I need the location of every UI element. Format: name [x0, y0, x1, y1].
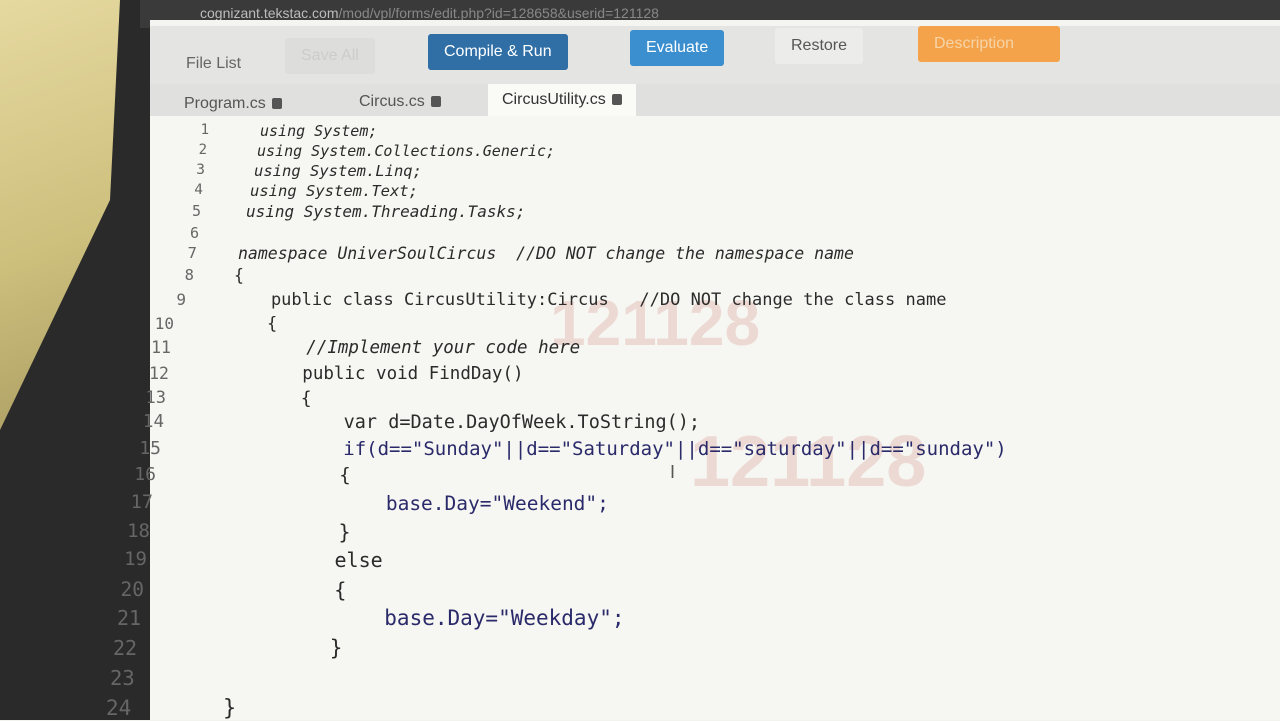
- code-line[interactable]: namespace UniverSoulCircus //DO NOT chan…: [238, 244, 854, 263]
- code-line[interactable]: using System.Collections.Generic;: [257, 142, 555, 160]
- code-line[interactable]: }: [194, 520, 350, 544]
- restore-button[interactable]: Restore: [775, 28, 864, 64]
- save-all-button[interactable]: Save All: [285, 38, 375, 74]
- text-cursor-icon: I: [670, 462, 676, 482]
- line-number: 16: [134, 464, 156, 485]
- file-tabs: Program.cs Circus.cs CircusUtility.cs: [150, 84, 1280, 116]
- code-line[interactable]: {: [234, 266, 244, 285]
- code-line[interactable]: base.Day="Weekend";: [198, 492, 609, 515]
- url-host: cognizant.tekstac.com: [200, 5, 339, 21]
- line-number: 7: [187, 244, 197, 262]
- lock-icon: [430, 96, 441, 107]
- line-number: 4: [194, 182, 203, 198]
- code-line[interactable]: }: [178, 636, 343, 660]
- line-number: 18: [127, 520, 150, 542]
- lock-icon: [611, 94, 622, 105]
- tab-label: Circus.cs: [359, 93, 425, 110]
- line-number: 19: [124, 548, 147, 570]
- code-line[interactable]: {: [214, 388, 312, 409]
- vpl-editor-screen: File List Save All Compile & Run Evaluat…: [106, 20, 1280, 721]
- url-path: /mod/vpl/forms/edit.php?id=128658&userid…: [338, 5, 659, 21]
- line-number: 1: [200, 122, 209, 138]
- line-number: 22: [113, 636, 138, 660]
- line-number: 11: [151, 338, 171, 357]
- line-number: 2: [198, 142, 207, 158]
- line-number: 20: [120, 578, 144, 601]
- tab-circus-cs[interactable]: Circus.cs: [345, 88, 455, 116]
- description-button[interactable]: Description: [918, 26, 1060, 62]
- line-number: 10: [154, 314, 174, 333]
- line-number: 23: [110, 666, 135, 690]
- file-list-button[interactable]: File List: [170, 46, 257, 82]
- url-text[interactable]: cognizant.tekstac.com/mod/vpl/forms/edit…: [200, 5, 659, 21]
- code-line[interactable]: {: [202, 464, 350, 486]
- line-number: 13: [145, 388, 166, 408]
- code-line[interactable]: base.Day="Weekday";: [182, 606, 624, 630]
- code-line[interactable]: public class CircusUtility:Circus //DO N…: [230, 290, 947, 310]
- tab-label: Program.cs: [184, 95, 266, 112]
- line-number: 21: [117, 606, 142, 630]
- code-line[interactable]: }: [170, 696, 236, 721]
- compile-run-button[interactable]: Compile & Run: [428, 34, 568, 70]
- code-line[interactable]: using System.Text;: [250, 182, 418, 200]
- code-line[interactable]: using System.Threading.Tasks;: [246, 202, 525, 221]
- line-number: 12: [149, 364, 169, 383]
- watermark: 121128: [690, 422, 927, 502]
- toolbar: File List Save All Compile & Run Evaluat…: [150, 26, 1280, 84]
- tab-circusutility-cs[interactable]: CircusUtility.cs: [488, 84, 636, 116]
- line-number: 17: [130, 492, 153, 513]
- line-number: 5: [191, 202, 201, 220]
- code-line[interactable]: using System.Linq;: [254, 162, 422, 180]
- code-line[interactable]: if(d=="Sunday"||d=="Saturday"||d=="satur…: [206, 438, 1006, 460]
- tab-program-cs[interactable]: Program.cs: [170, 90, 296, 118]
- code-line[interactable]: {: [226, 314, 277, 334]
- line-number: 3: [196, 162, 205, 178]
- lock-icon: [271, 98, 282, 109]
- code-line[interactable]: using System;: [260, 122, 377, 140]
- line-number: 15: [139, 438, 161, 459]
- evaluate-button[interactable]: Evaluate: [630, 30, 725, 66]
- code-line[interactable]: var d=Date.DayOfWeek.ToString();: [210, 412, 700, 433]
- code-editor[interactable]: 121128 121128 1 2 3 4 5 6 7 8 9 10 11 12 13 14 15 16 17 1…: [106, 116, 1280, 721]
- tab-label: CircusUtility.cs: [502, 91, 606, 108]
- line-number: 24: [106, 696, 132, 720]
- line-number: 9: [176, 290, 186, 309]
- code-line[interactable]: {: [186, 578, 346, 602]
- code-line[interactable]: public void FindDay(): [218, 364, 523, 384]
- line-number: 14: [142, 412, 164, 432]
- code-line[interactable]: //Implement your code here: [222, 338, 580, 358]
- line-number: 8: [184, 266, 194, 284]
- code-line[interactable]: else: [190, 548, 382, 572]
- line-number: 6: [189, 224, 199, 242]
